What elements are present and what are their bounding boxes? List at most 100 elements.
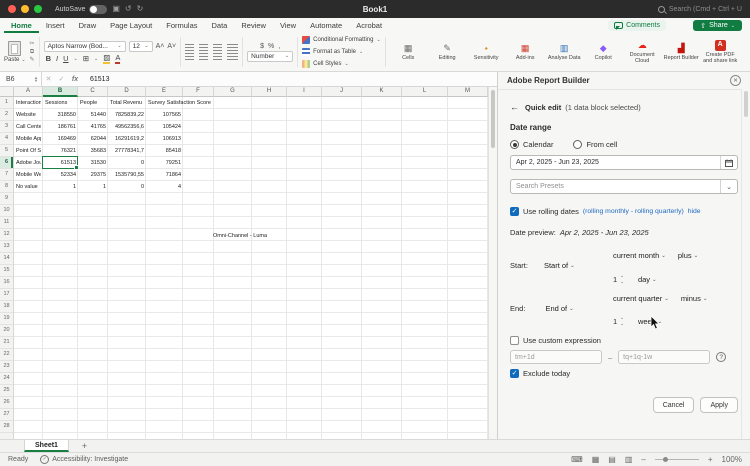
row-header-5[interactable]: 5 — [0, 145, 13, 157]
borders-icon[interactable]: ⊞ — [83, 54, 89, 63]
zoom-window-button[interactable] — [34, 5, 42, 13]
fill-handle[interactable] — [74, 165, 79, 170]
zoom-slider-knob[interactable] — [662, 456, 668, 462]
fill-color-icon[interactable]: ▨ — [103, 53, 111, 64]
end-op-dropdown[interactable]: minus ⌄ — [681, 294, 708, 303]
row-header-4[interactable]: 4 — [0, 133, 13, 145]
ribbon-tab-home[interactable]: Home — [4, 19, 39, 33]
styles-conditional-formatting[interactable]: Conditional Formatting ⌄ — [302, 35, 381, 45]
ribbon-tab-review[interactable]: Review — [234, 19, 273, 33]
autosave-toggle[interactable] — [89, 4, 108, 14]
cell-D8[interactable]: 0 — [110, 181, 144, 193]
start-unit-dropdown[interactable]: current month ⌄ — [613, 251, 666, 260]
cell-C8[interactable]: 1 — [80, 181, 106, 193]
calendar-icon[interactable] — [720, 156, 737, 169]
shrink-font-icon[interactable]: A˅ — [167, 43, 176, 50]
sheet-grid[interactable]: Omni-Channel - Luma Interaction C Session… — [14, 97, 488, 439]
cell-B8[interactable]: 1 — [45, 181, 76, 193]
row-header-28[interactable]: 28 — [0, 421, 13, 433]
start-of-dropdown[interactable]: Start of ⌄ — [544, 261, 575, 270]
name-box-stepper-icon[interactable]: ▲ ▼ — [34, 75, 38, 83]
column-header-F[interactable]: F — [183, 87, 214, 97]
search-box[interactable]: Search (Cmd + Ctrl + U — [657, 5, 742, 13]
apply-button[interactable]: Apply — [700, 397, 738, 413]
row-header-7[interactable]: 7 — [0, 169, 13, 181]
cell-B4[interactable]: 169469 — [45, 133, 76, 145]
scrollbar-thumb[interactable] — [743, 91, 748, 117]
sensitivity-button[interactable]: ⬩ Sensitivity — [468, 43, 505, 61]
cut-icon[interactable]: ✂ — [30, 40, 35, 48]
undo-icon[interactable]: ↺ — [125, 0, 132, 18]
percent-format-icon[interactable]: % — [268, 43, 274, 50]
cell-D1[interactable]: Total Revenu — [110, 97, 144, 109]
row-header-27[interactable]: 27 — [0, 409, 13, 421]
document-cloud-button[interactable]: ☁ Document Cloud — [624, 40, 661, 65]
row-header-20[interactable]: 20 — [0, 325, 13, 337]
cell-E3[interactable]: 105424 — [148, 121, 181, 133]
share-button[interactable]: ⇧ Share ⌄ — [693, 20, 742, 31]
cell-D3[interactable]: 49562356,6 — [110, 121, 144, 133]
column-header-I[interactable]: I — [287, 87, 322, 97]
date-range-input[interactable]: Apr 2, 2025 - Jun 23, 2025 — [510, 155, 738, 170]
format-painter-icon[interactable]: ✎ — [30, 56, 35, 64]
row-header-22[interactable]: 22 — [0, 349, 13, 361]
create-pdf-button[interactable]: A Create PDF and share link — [702, 39, 739, 65]
exclude-today-checkbox[interactable]: ✓ — [510, 369, 519, 378]
end-unit-dropdown[interactable]: current quarter ⌄ — [613, 294, 669, 303]
row-header-3[interactable]: 3 — [0, 121, 13, 133]
row-header-11[interactable]: 11 — [0, 217, 13, 229]
cancel-entry-icon[interactable]: ✕ — [42, 75, 55, 83]
row-header-9[interactable]: 9 — [0, 193, 13, 205]
column-header-L[interactable]: L — [402, 87, 448, 97]
calendar-radio[interactable] — [510, 140, 519, 149]
row-header-10[interactable]: 10 — [0, 205, 13, 217]
stepper-arrows-icon[interactable]: ⌃ ⌄ — [620, 276, 624, 283]
cell-C5[interactable]: 35683 — [80, 145, 106, 157]
cell-B2[interactable]: 318550 — [45, 109, 76, 121]
page-layout-view-icon[interactable]: ▤ — [608, 455, 616, 464]
close-pane-icon[interactable]: ✕ — [730, 75, 741, 86]
cell-A8[interactable]: No value — [16, 181, 41, 193]
add-sheet-icon[interactable]: + — [79, 441, 90, 452]
cell-C2[interactable]: 51440 — [80, 109, 106, 121]
underline-button[interactable]: U — [63, 54, 68, 63]
ribbon-tab-draw[interactable]: Draw — [72, 19, 104, 33]
cell-B7[interactable]: 52334 — [45, 169, 76, 181]
keyboard-icon[interactable]: ⌨ — [571, 455, 583, 464]
report-builder-button[interactable]: ▟ Report Builder — [663, 43, 700, 61]
cells-button[interactable]: ▦ Cells — [390, 43, 427, 61]
custom-start-expression-input[interactable]: tm+1d — [510, 350, 602, 364]
align-middle-icon[interactable] — [199, 44, 209, 51]
row-header-19[interactable]: 19 — [0, 313, 13, 325]
select-all-corner[interactable] — [0, 87, 14, 97]
column-header-E[interactable]: E — [146, 87, 183, 97]
cell-A5[interactable]: Point Of Sale — [16, 145, 41, 157]
number-format-select[interactable]: Number ⌄ — [247, 50, 294, 62]
styles-cell-styles[interactable]: Cell Styles ⌄ — [302, 59, 381, 69]
cell-C4[interactable]: 62044 — [80, 133, 106, 145]
ribbon-tab-acrobat[interactable]: Acrobat — [349, 19, 389, 33]
row-header-15[interactable]: 15 — [0, 265, 13, 277]
hide-link[interactable]: hide — [688, 208, 701, 215]
column-header-C[interactable]: C — [78, 87, 108, 97]
custom-end-expression-input[interactable]: tq+1q-1w — [618, 350, 711, 364]
cell-A4[interactable]: Mobile App — [16, 133, 41, 145]
redo-icon[interactable]: ↻ — [137, 0, 144, 18]
align-left-icon[interactable] — [185, 53, 195, 60]
cell-E6[interactable]: 79251 — [148, 157, 181, 169]
row-header-18[interactable]: 18 — [0, 301, 13, 313]
back-icon[interactable]: ← — [510, 102, 519, 112]
align-top-icon[interactable] — [185, 44, 195, 51]
row-header-16[interactable]: 16 — [0, 277, 13, 289]
column-header-M[interactable]: M — [448, 87, 488, 97]
comma-format-icon[interactable]: , — [278, 43, 280, 50]
ribbon-tab-automate[interactable]: Automate — [303, 19, 349, 33]
from-cell-radio[interactable] — [573, 140, 583, 149]
column-header-B[interactable]: B — [43, 87, 78, 97]
cell-C7[interactable]: 29375 — [80, 169, 106, 181]
end-amount-stepper[interactable]: 1 ⌃ ⌄ — [613, 317, 624, 326]
zoom-slider[interactable] — [654, 456, 699, 462]
column-header-K[interactable]: K — [362, 87, 402, 97]
zoom-out-icon[interactable]: – — [641, 455, 645, 464]
formula-input[interactable]: 61513 — [82, 76, 109, 83]
